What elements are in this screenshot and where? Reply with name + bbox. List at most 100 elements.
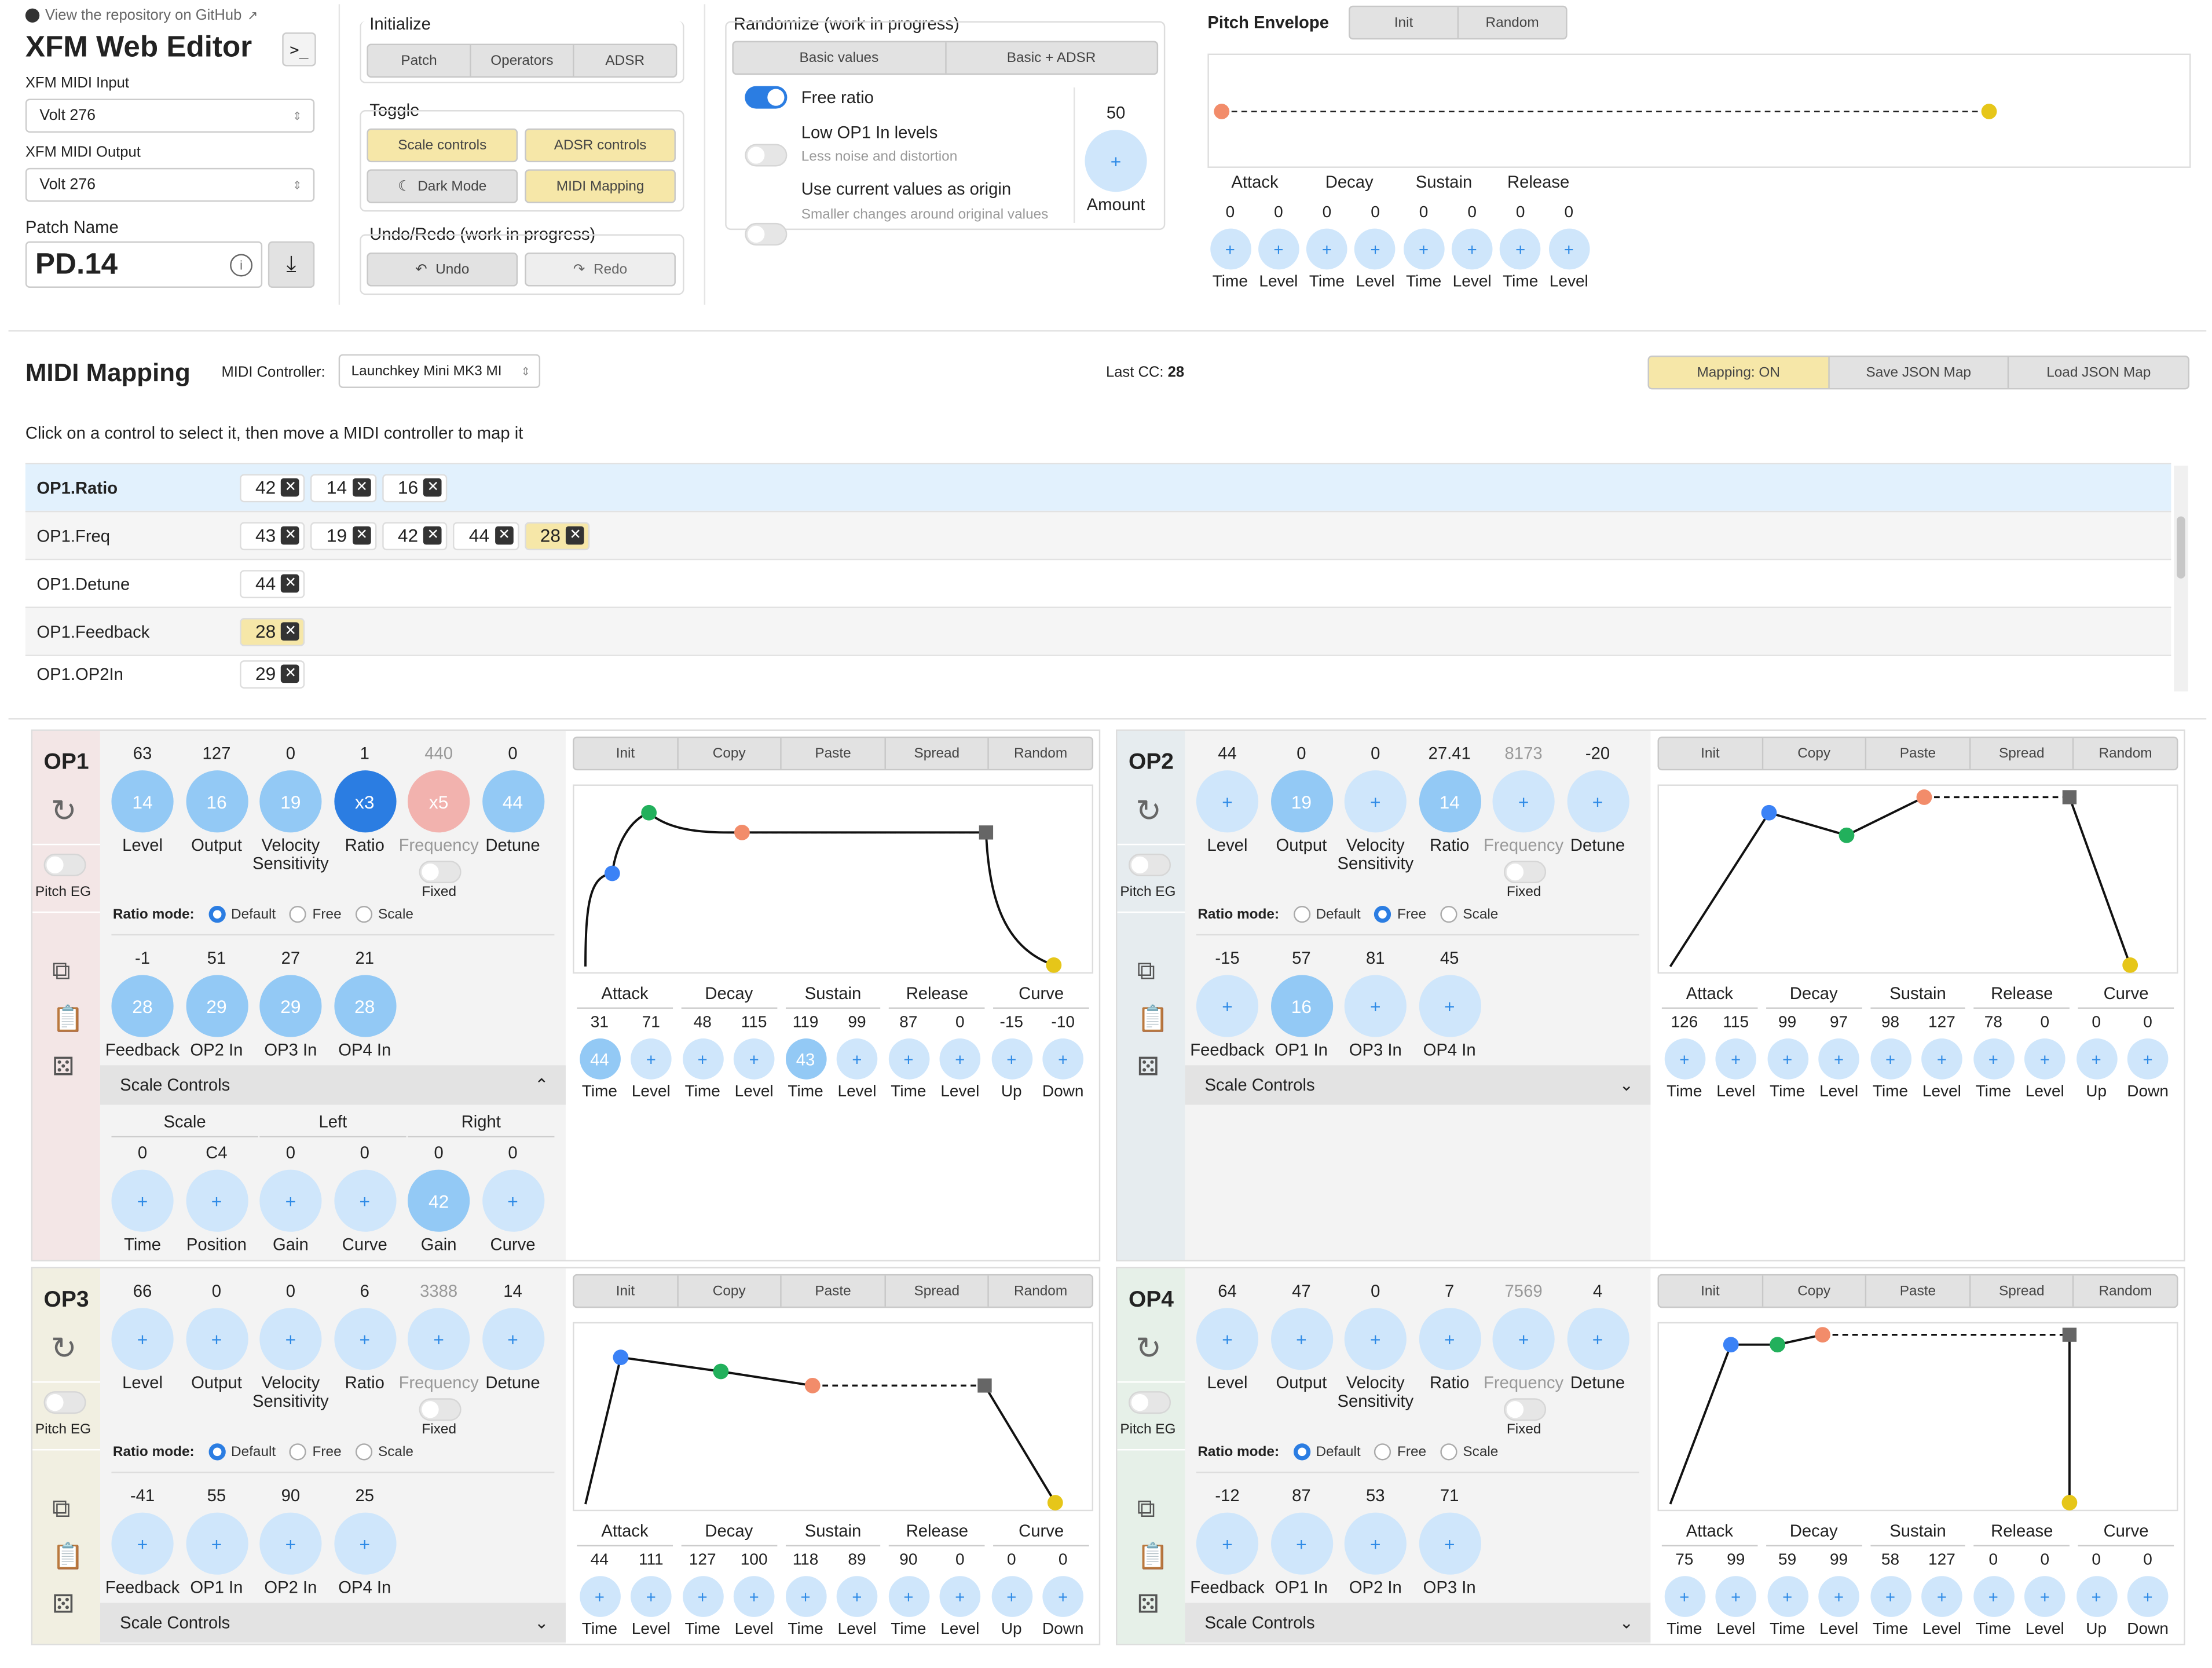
scale-knob[interactable]: 0 + Curve <box>451 1142 574 1254</box>
pitch-random-button[interactable]: Random <box>1459 7 1566 38</box>
ratio-mode-default[interactable]: Default <box>1293 1443 1361 1461</box>
dark-mode-toggle[interactable]: ☾ Dark Mode <box>367 169 518 203</box>
scrollbar-thumb[interactable] <box>2177 516 2185 579</box>
scale-controls-toggle[interactable]: Scale Controls ⌄ <box>1185 1065 1651 1105</box>
envelope-knob[interactable]: 59 + Time <box>1760 1550 1814 1638</box>
random-basic-button[interactable]: Basic values <box>734 42 946 74</box>
envelope-knob[interactable]: 0 + Down <box>2121 1013 2175 1101</box>
ratio-mode-default[interactable]: Default <box>208 906 276 923</box>
init-adsr-button[interactable]: ADSR <box>574 45 676 76</box>
pitch-knob[interactable]: 0 + Level <box>1252 203 1306 291</box>
pitch-start-point[interactable] <box>1214 104 1230 119</box>
low-op1-toggle[interactable] <box>745 144 788 167</box>
envelope-knob[interactable]: 0 + Level <box>2018 1013 2072 1100</box>
envelope-knob[interactable]: 0 + Level <box>933 1550 987 1638</box>
copy-icon[interactable]: ⧉ <box>1137 1494 1155 1524</box>
env-random-button[interactable]: Random <box>990 1275 1092 1307</box>
mod-knob[interactable]: 45 + OP4 In <box>1387 947 1511 1060</box>
amount-knob[interactable]: 50 + Amount <box>1054 101 1178 214</box>
pitch-knob[interactable]: 0 + Time <box>1203 203 1257 291</box>
env-copy-button[interactable]: Copy <box>678 1275 782 1307</box>
pitch-knob[interactable]: 0 + Level <box>1349 203 1402 291</box>
envelope-knob[interactable]: 0 + Up <box>2070 1013 2123 1100</box>
cc-chip[interactable]: 44 ✕ <box>240 569 306 598</box>
copy-icon[interactable]: ⧉ <box>1137 957 1155 986</box>
envelope-knob[interactable]: -10 + Down <box>1036 1013 1090 1101</box>
ratio-mode-scale[interactable]: Scale <box>1440 1443 1498 1461</box>
env-init-button[interactable]: Init <box>574 1275 678 1307</box>
fixed-toggle[interactable] <box>419 1398 462 1421</box>
envelope-knob[interactable]: 90 + Time <box>882 1550 936 1638</box>
clipboard-icon[interactable]: 📋 <box>1137 1005 1169 1034</box>
pitch-knob[interactable]: 0 + Time <box>1397 203 1451 291</box>
pitch-knob[interactable]: 0 + Time <box>1300 203 1354 291</box>
dice-icon[interactable]: ⚄ <box>52 1052 74 1082</box>
envelope-knob[interactable]: 31 44 Time <box>573 1013 627 1100</box>
envelope-point[interactable] <box>641 804 657 821</box>
envelope-knob[interactable]: 99 + Time <box>1760 1013 1814 1100</box>
envelope-knob[interactable]: 127 + Level <box>1915 1550 1969 1638</box>
envelope-knob[interactable]: 98 + Time <box>1863 1013 1917 1100</box>
envelope-point[interactable] <box>1916 789 1932 805</box>
cc-chip[interactable]: 29 ✕ <box>240 659 306 688</box>
envelope-knob[interactable]: 115 + Level <box>727 1013 781 1100</box>
remove-icon[interactable]: ✕ <box>281 574 300 593</box>
clipboard-icon[interactable]: 📋 <box>1137 1542 1169 1572</box>
envelope-knob[interactable]: 48 + Time <box>676 1013 730 1100</box>
remove-icon[interactable]: ✕ <box>423 478 442 497</box>
cc-chip[interactable]: 43 ✕ <box>240 521 306 550</box>
mapping-row[interactable]: OP1.Freq 43 ✕ 19 ✕ 42 ✕ 44 ✕ 28 ✕ <box>25 510 2171 559</box>
envelope-knob[interactable]: 0 + Level <box>933 1013 987 1100</box>
env-init-button[interactable]: Init <box>1659 1275 1763 1307</box>
env-paste-button[interactable]: Paste <box>1867 1275 1971 1307</box>
param-knob[interactable]: -20 + Detune <box>1536 742 1660 855</box>
cc-chip[interactable]: 19 ✕ <box>311 521 377 550</box>
envelope-knob[interactable]: 89 + Level <box>830 1550 884 1638</box>
env-random-button[interactable]: Random <box>2074 738 2177 769</box>
ratio-mode-scale[interactable]: Scale <box>355 1443 413 1461</box>
envelope-point[interactable] <box>613 1349 629 1366</box>
remove-icon[interactable]: ✕ <box>423 526 442 545</box>
reset-icon[interactable]: ↻ <box>1136 793 1162 829</box>
clipboard-icon[interactable]: 📋 <box>52 1005 84 1034</box>
cc-chip[interactable]: 28 ✕ <box>524 521 591 550</box>
envelope-point[interactable] <box>1815 1327 1830 1343</box>
fixed-toggle[interactable] <box>1503 861 1547 884</box>
init-patch-button[interactable]: Patch <box>368 45 471 76</box>
envelope-knob[interactable]: 100 + Level <box>727 1550 781 1638</box>
envelope-knob[interactable]: 58 + Time <box>1863 1550 1917 1638</box>
envelope-knob[interactable]: 99 + Level <box>1812 1550 1866 1638</box>
envelope-point[interactable] <box>1723 1337 1739 1353</box>
envelope-knob[interactable]: 71 + Level <box>624 1013 678 1100</box>
envelope-point[interactable] <box>1839 827 1855 843</box>
clipboard-icon[interactable]: 📋 <box>52 1542 84 1572</box>
env-random-button[interactable]: Random <box>2074 1275 2177 1307</box>
param-knob[interactable]: 14 + Detune <box>451 1280 574 1393</box>
ratio-mode-scale[interactable]: Scale <box>355 906 413 923</box>
ratio-mode-free[interactable]: Free <box>1375 906 1426 923</box>
envelope-point[interactable] <box>1761 804 1777 821</box>
ratio-mode-scale[interactable]: Scale <box>1440 906 1498 923</box>
remove-icon[interactable]: ✕ <box>281 526 300 545</box>
envelope-point[interactable] <box>2122 957 2138 973</box>
redo-button[interactable]: ↷ Redo <box>525 253 676 287</box>
pitch-end-point[interactable] <box>1981 104 1997 119</box>
pitch-knob[interactable]: 0 + Level <box>1542 203 1596 291</box>
cc-chip[interactable]: 42 ✕ <box>382 521 448 550</box>
remove-icon[interactable]: ✕ <box>281 664 300 683</box>
envelope-knob[interactable]: 0 + Time <box>1966 1550 2020 1638</box>
envelope-knob[interactable]: 44 + Time <box>573 1550 627 1638</box>
envelope-knob[interactable]: 111 + Level <box>624 1550 678 1638</box>
scale-controls-toggle[interactable]: Scale Controls ⌄ <box>100 1603 566 1643</box>
mod-knob[interactable]: 21 28 OP4 In <box>303 947 427 1060</box>
repo-link[interactable]: View the repository on GitHub ↗ <box>25 7 258 24</box>
cc-chip[interactable]: 14 ✕ <box>311 473 377 502</box>
remove-icon[interactable]: ✕ <box>281 478 300 497</box>
pitch-knob[interactable]: 0 + Time <box>1493 203 1547 291</box>
envelope-knob[interactable]: 87 + Time <box>882 1013 936 1100</box>
scale-controls-toggle[interactable]: Scale Controls ⌄ <box>1185 1603 1651 1643</box>
envelope-point[interactable] <box>734 824 750 840</box>
pitch-eg-toggle[interactable] <box>1128 1391 1171 1414</box>
cc-chip[interactable]: 42 ✕ <box>240 473 306 502</box>
free-ratio-toggle[interactable] <box>745 86 788 109</box>
